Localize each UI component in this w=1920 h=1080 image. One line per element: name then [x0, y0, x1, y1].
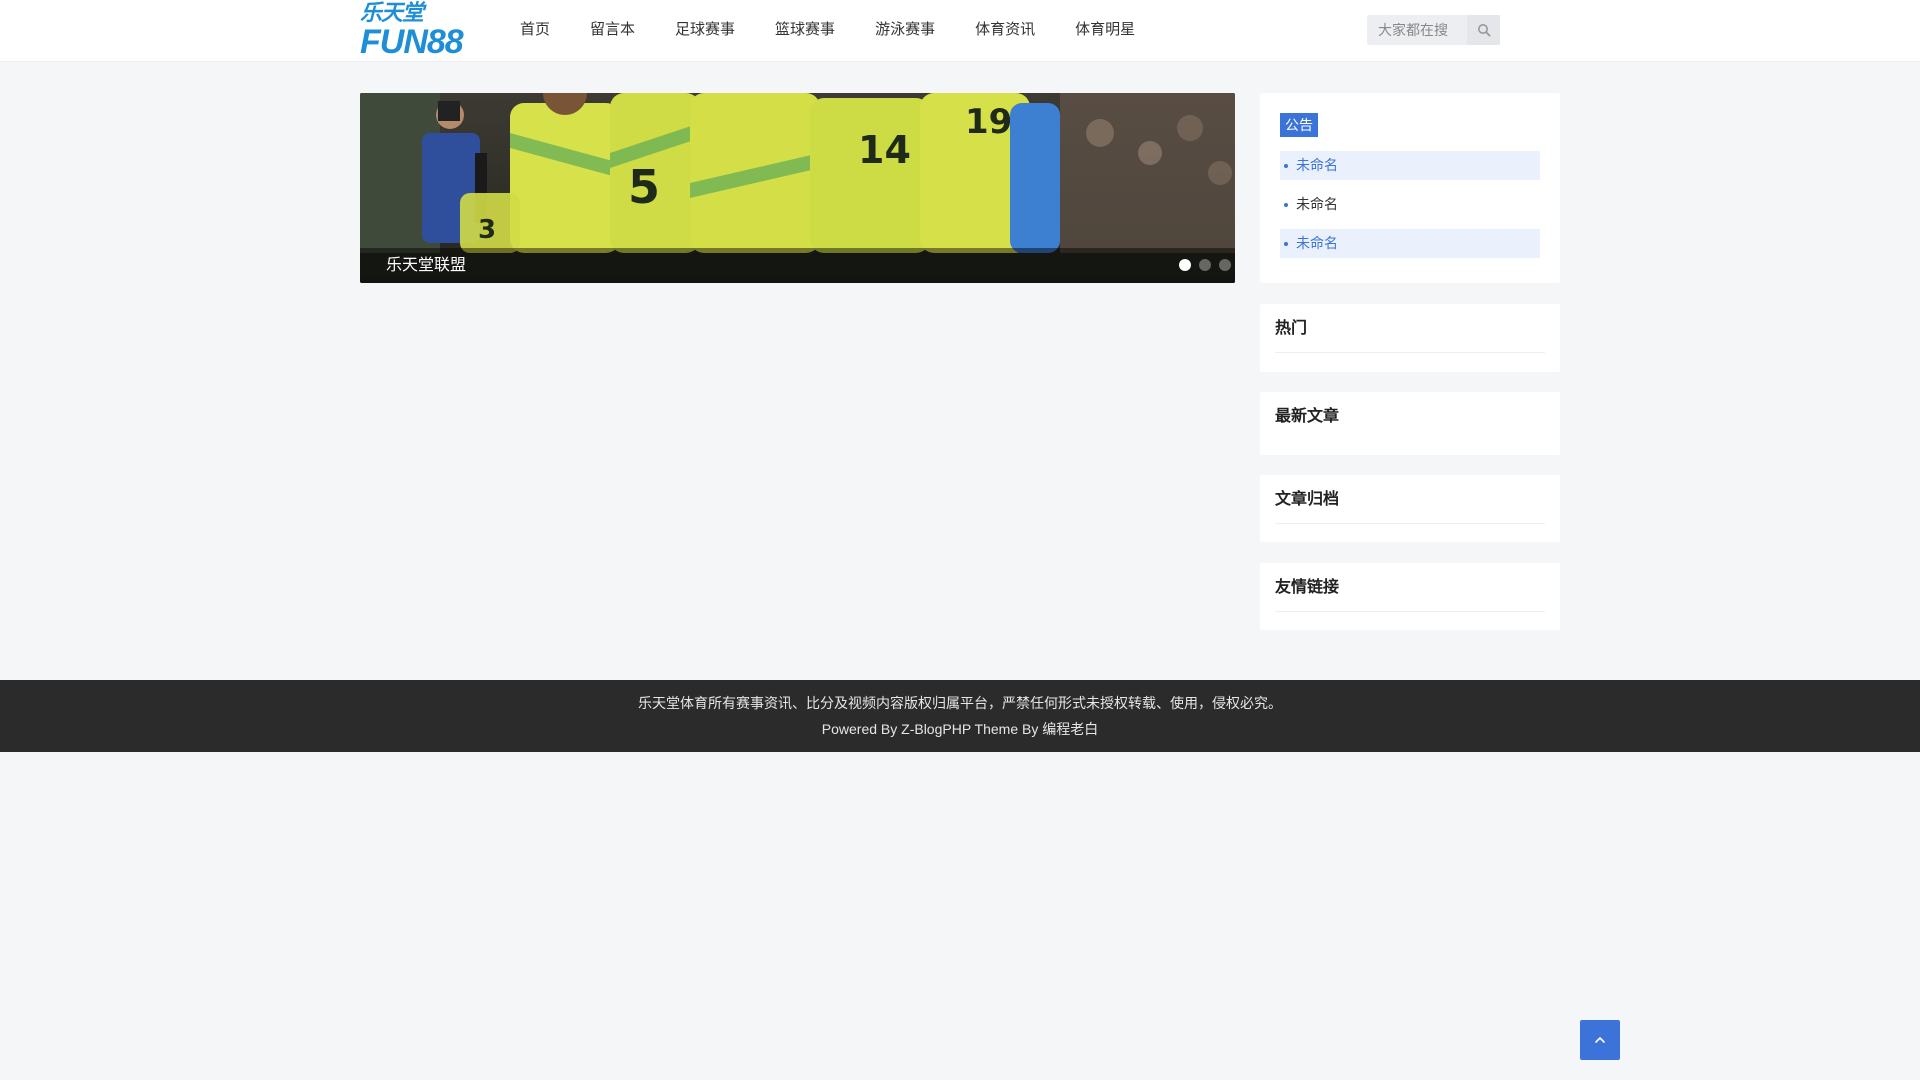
slide-caption[interactable]: 乐天堂联盟: [386, 248, 466, 283]
hot-widget-title: 热门: [1275, 319, 1545, 353]
chevron-up-icon: [1595, 1037, 1605, 1043]
footer-copyright: 乐天堂体育所有赛事资讯、比分及视频内容版权归属平台，严禁任何形式未授权转载、使用…: [638, 695, 1282, 711]
site-footer: 乐天堂体育所有赛事资讯、比分及视频内容版权归属平台，严禁任何形式未授权转载、使用…: [0, 680, 1920, 752]
search-box: [1367, 15, 1500, 45]
slider-caption-bar: 乐天堂联盟: [360, 248, 1235, 283]
notice-list: 未命名 未命名 未命名: [1280, 151, 1540, 268]
friend-links-title: 友情链接: [1275, 578, 1545, 612]
bullet-icon: [1284, 203, 1288, 207]
nav-item-football[interactable]: 足球赛事: [655, 0, 755, 60]
svg-text:5: 5: [628, 160, 660, 214]
bullet-icon: [1284, 164, 1288, 168]
latest-articles-title: 最新文章: [1275, 408, 1340, 425]
notice-title: 公告: [1280, 113, 1318, 137]
hero-slider[interactable]: 5 14 19 3 乐天堂联盟: [360, 93, 1235, 283]
search-icon: [1477, 24, 1491, 37]
notice-item-label: 未命名: [1296, 196, 1338, 212]
nav-item-basketball[interactable]: 篮球赛事: [755, 0, 855, 60]
svg-text:3: 3: [478, 215, 496, 245]
notice-item-label: 未命名: [1296, 235, 1338, 251]
notice-item[interactable]: 未命名: [1280, 190, 1540, 219]
nav-item-home[interactable]: 首页: [500, 0, 570, 60]
notice-item[interactable]: 未命名: [1280, 229, 1540, 258]
hot-widget: 热门: [1260, 304, 1560, 372]
archive-widget: 文章归档: [1260, 475, 1560, 542]
svg-text:19: 19: [965, 102, 1012, 142]
nav-item-guestbook[interactable]: 留言本: [570, 0, 655, 60]
slider-dots: [1179, 259, 1231, 271]
notice-item[interactable]: 未命名: [1280, 151, 1540, 180]
slider-dot-1[interactable]: [1179, 259, 1191, 271]
latest-articles-widget: 最新文章: [1260, 392, 1560, 455]
notice-widget: 公告 未命名 未命名 未命名: [1260, 93, 1560, 283]
slider-dot-3[interactable]: [1219, 259, 1231, 271]
main-nav: 首页 留言本 足球赛事 篮球赛事 游泳赛事 体育资讯 体育明星: [500, 0, 1155, 60]
bullet-icon: [1284, 242, 1288, 246]
nav-item-sports-news[interactable]: 体育资讯: [955, 0, 1055, 60]
nav-item-sports-stars[interactable]: 体育明星: [1055, 0, 1155, 60]
notice-item-label: 未命名: [1296, 157, 1338, 173]
search-button[interactable]: [1467, 15, 1500, 45]
friend-links-widget: 友情链接: [1260, 563, 1560, 630]
logo-bottom-text: FUN88: [360, 23, 464, 61]
site-header: 乐天堂 FUN88 首页 留言本 足球赛事 篮球赛事 游泳赛事 体育资讯 体育明…: [0, 0, 1920, 62]
footer-powered-by: Powered By Z-BlogPHP Theme By 编程老白: [821, 721, 1099, 737]
site-logo[interactable]: 乐天堂 FUN88: [360, 0, 494, 60]
search-input[interactable]: [1367, 15, 1467, 45]
nav-item-swimming[interactable]: 游泳赛事: [855, 0, 955, 60]
back-to-top-button[interactable]: [1580, 1020, 1620, 1060]
svg-text:14: 14: [858, 128, 911, 172]
slider-dot-2[interactable]: [1199, 259, 1211, 271]
archive-widget-title: 文章归档: [1275, 490, 1545, 524]
